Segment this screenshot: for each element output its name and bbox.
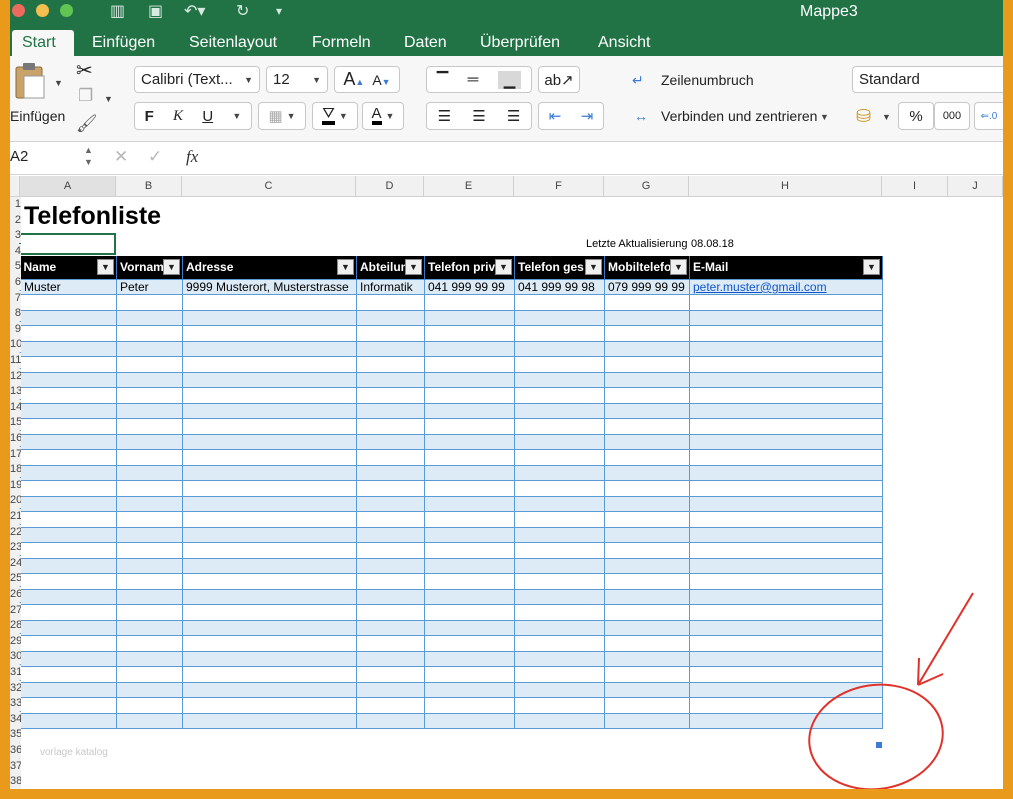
row-header[interactable]: 14: [10, 399, 21, 415]
annotation-overlay: [808, 592, 974, 789]
row-header[interactable]: 23: [10, 540, 21, 556]
row-header[interactable]: 28: [10, 618, 21, 634]
row-header[interactable]: 33: [10, 696, 21, 712]
row-header[interactable]: 32: [10, 680, 21, 696]
row-header[interactable]: 16: [10, 431, 21, 446]
row-header[interactable]: 24: [10, 555, 21, 571]
row-header[interactable]: 1: [10, 197, 21, 212]
row-header[interactable]: 9: [10, 321, 21, 337]
row-header[interactable]: 36: [10, 743, 21, 758]
row-header[interactable]: 13: [10, 384, 21, 400]
row-header[interactable]: 12: [10, 368, 21, 384]
row-header[interactable]: 4: [10, 243, 21, 259]
row-header[interactable]: 38: [10, 774, 21, 789]
row-header[interactable]: 19: [10, 477, 21, 493]
row-header[interactable]: 2: [10, 212, 21, 228]
row-header[interactable]: 37: [10, 758, 21, 774]
row-header[interactable]: 21: [10, 509, 21, 524]
row-header[interactable]: 11: [10, 353, 21, 368]
row-header[interactable]: 15: [10, 415, 21, 431]
row-header[interactable]: 7: [10, 290, 21, 306]
row-header[interactable]: 30: [10, 649, 21, 665]
row-header[interactable]: 27: [10, 602, 21, 618]
row-header[interactable]: 3: [10, 228, 21, 244]
row-header[interactable]: 26: [10, 587, 21, 602]
row-header[interactable]: 34: [10, 711, 21, 727]
row-header[interactable]: 35: [10, 727, 21, 743]
row-header[interactable]: 18: [10, 462, 21, 478]
row-header[interactable]: 8: [10, 306, 21, 322]
excel-window: ▥ ▣ ↶▾ ↻ ▾ Mappe3 Start Einfügen Seitenl…: [10, 0, 1003, 789]
row-header[interactable]: 29: [10, 633, 21, 649]
row-header[interactable]: 20: [10, 493, 21, 509]
annotation-arrow-icon: [917, 592, 974, 686]
row-header[interactable]: 25: [10, 571, 21, 587]
row-header[interactable]: 6: [10, 275, 21, 290]
row-header[interactable]: 17: [10, 446, 21, 462]
row-header[interactable]: 31: [10, 665, 21, 680]
row-header[interactable]: 22: [10, 524, 21, 540]
row-header[interactable]: 10: [10, 337, 21, 353]
row-header[interactable]: 5: [10, 259, 21, 275]
annotation-circle-icon: [808, 683, 944, 789]
